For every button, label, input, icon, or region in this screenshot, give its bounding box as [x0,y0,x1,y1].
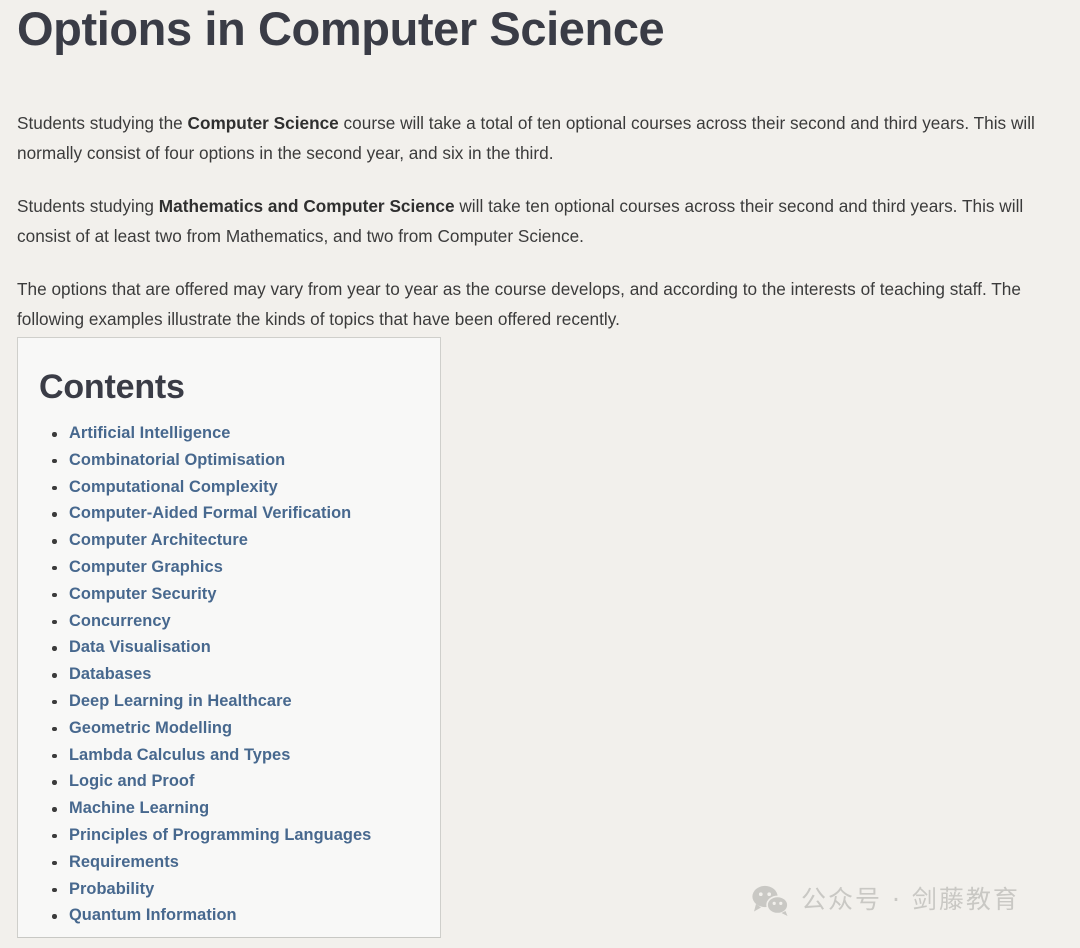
watermark-text: 公众号 · 剑藤教育 [801,885,1020,914]
contents-list: Artificial Intelligence Combinatorial Opt… [18,420,440,929]
list-item: Computer Security [52,581,440,608]
list-item: Artificial Intelligence [52,420,440,447]
contents-link[interactable]: Combinatorial Optimisation [69,451,285,469]
list-item: Principles of Programming Languages [52,822,440,849]
contents-link[interactable]: Computer Graphics [69,558,223,576]
paragraph: The options that are offered may vary fr… [17,274,1073,334]
list-item: Databases [52,661,440,688]
list-item: Computer Graphics [52,554,440,581]
list-item: Quantum Information [52,902,440,929]
contents-box: Contents Artificial Intelligence Combinat… [17,337,441,938]
contents-link[interactable]: Computer-Aided Formal Verification [69,504,351,522]
contents-link[interactable]: Machine Learning [69,799,209,817]
contents-link[interactable]: Computational Complexity [69,478,278,496]
emphasis-text: Mathematics and Computer Science [158,196,455,216]
list-item: Geometric Modelling [52,715,440,742]
list-item: Combinatorial Optimisation [52,447,440,474]
contents-link[interactable]: Concurrency [69,612,171,630]
list-item: Logic and Proof [52,768,440,795]
contents-link[interactable]: Principles of Programming Languages [69,826,371,844]
contents-heading: Contents [39,368,185,406]
paragraph: Students studying Mathematics and Comput… [17,191,1073,251]
contents-link[interactable]: Requirements [69,853,179,871]
list-item: Machine Learning [52,795,440,822]
list-item: Computer Architecture [52,527,440,554]
list-item: Computational Complexity [52,474,440,501]
contents-link[interactable]: Probability [69,880,154,898]
contents-link[interactable]: Computer Security [69,585,217,603]
contents-link[interactable]: Geometric Modelling [69,719,232,737]
list-item: Concurrency [52,608,440,635]
list-item: Requirements [52,849,440,876]
contents-link[interactable]: Deep Learning in Healthcare [69,692,292,710]
contents-link[interactable]: Databases [69,665,151,683]
contents-link[interactable]: Quantum Information [69,906,237,924]
contents-link[interactable]: Logic and Proof [69,772,195,790]
document-page: Options in Computer Science Students stu… [0,0,1080,948]
contents-link[interactable]: Artificial Intelligence [69,424,230,442]
emphasis-text: Computer Science [187,113,339,133]
list-item: Deep Learning in Healthcare [52,688,440,715]
list-item: Lambda Calculus and Types [52,742,440,769]
body-text: Students studying [17,196,159,216]
page-title: Options in Computer Science [17,2,665,55]
paragraph: Students studying the Computer Science c… [17,108,1073,168]
wechat-icon [750,884,790,916]
list-item: Probability [52,876,440,903]
contents-link[interactable]: Data Visualisation [69,638,211,656]
list-item: Data Visualisation [52,634,440,661]
contents-link[interactable]: Computer Architecture [69,531,248,549]
intro-paragraphs: Students studying the Computer Science c… [17,108,1073,334]
list-item: Computer-Aided Formal Verification [52,500,440,527]
body-text: Students studying the [17,113,188,133]
body-text: The options that are offered may vary fr… [17,279,1021,329]
watermark: 公众号 · 剑藤教育 [750,884,1020,916]
contents-link[interactable]: Lambda Calculus and Types [69,746,290,764]
